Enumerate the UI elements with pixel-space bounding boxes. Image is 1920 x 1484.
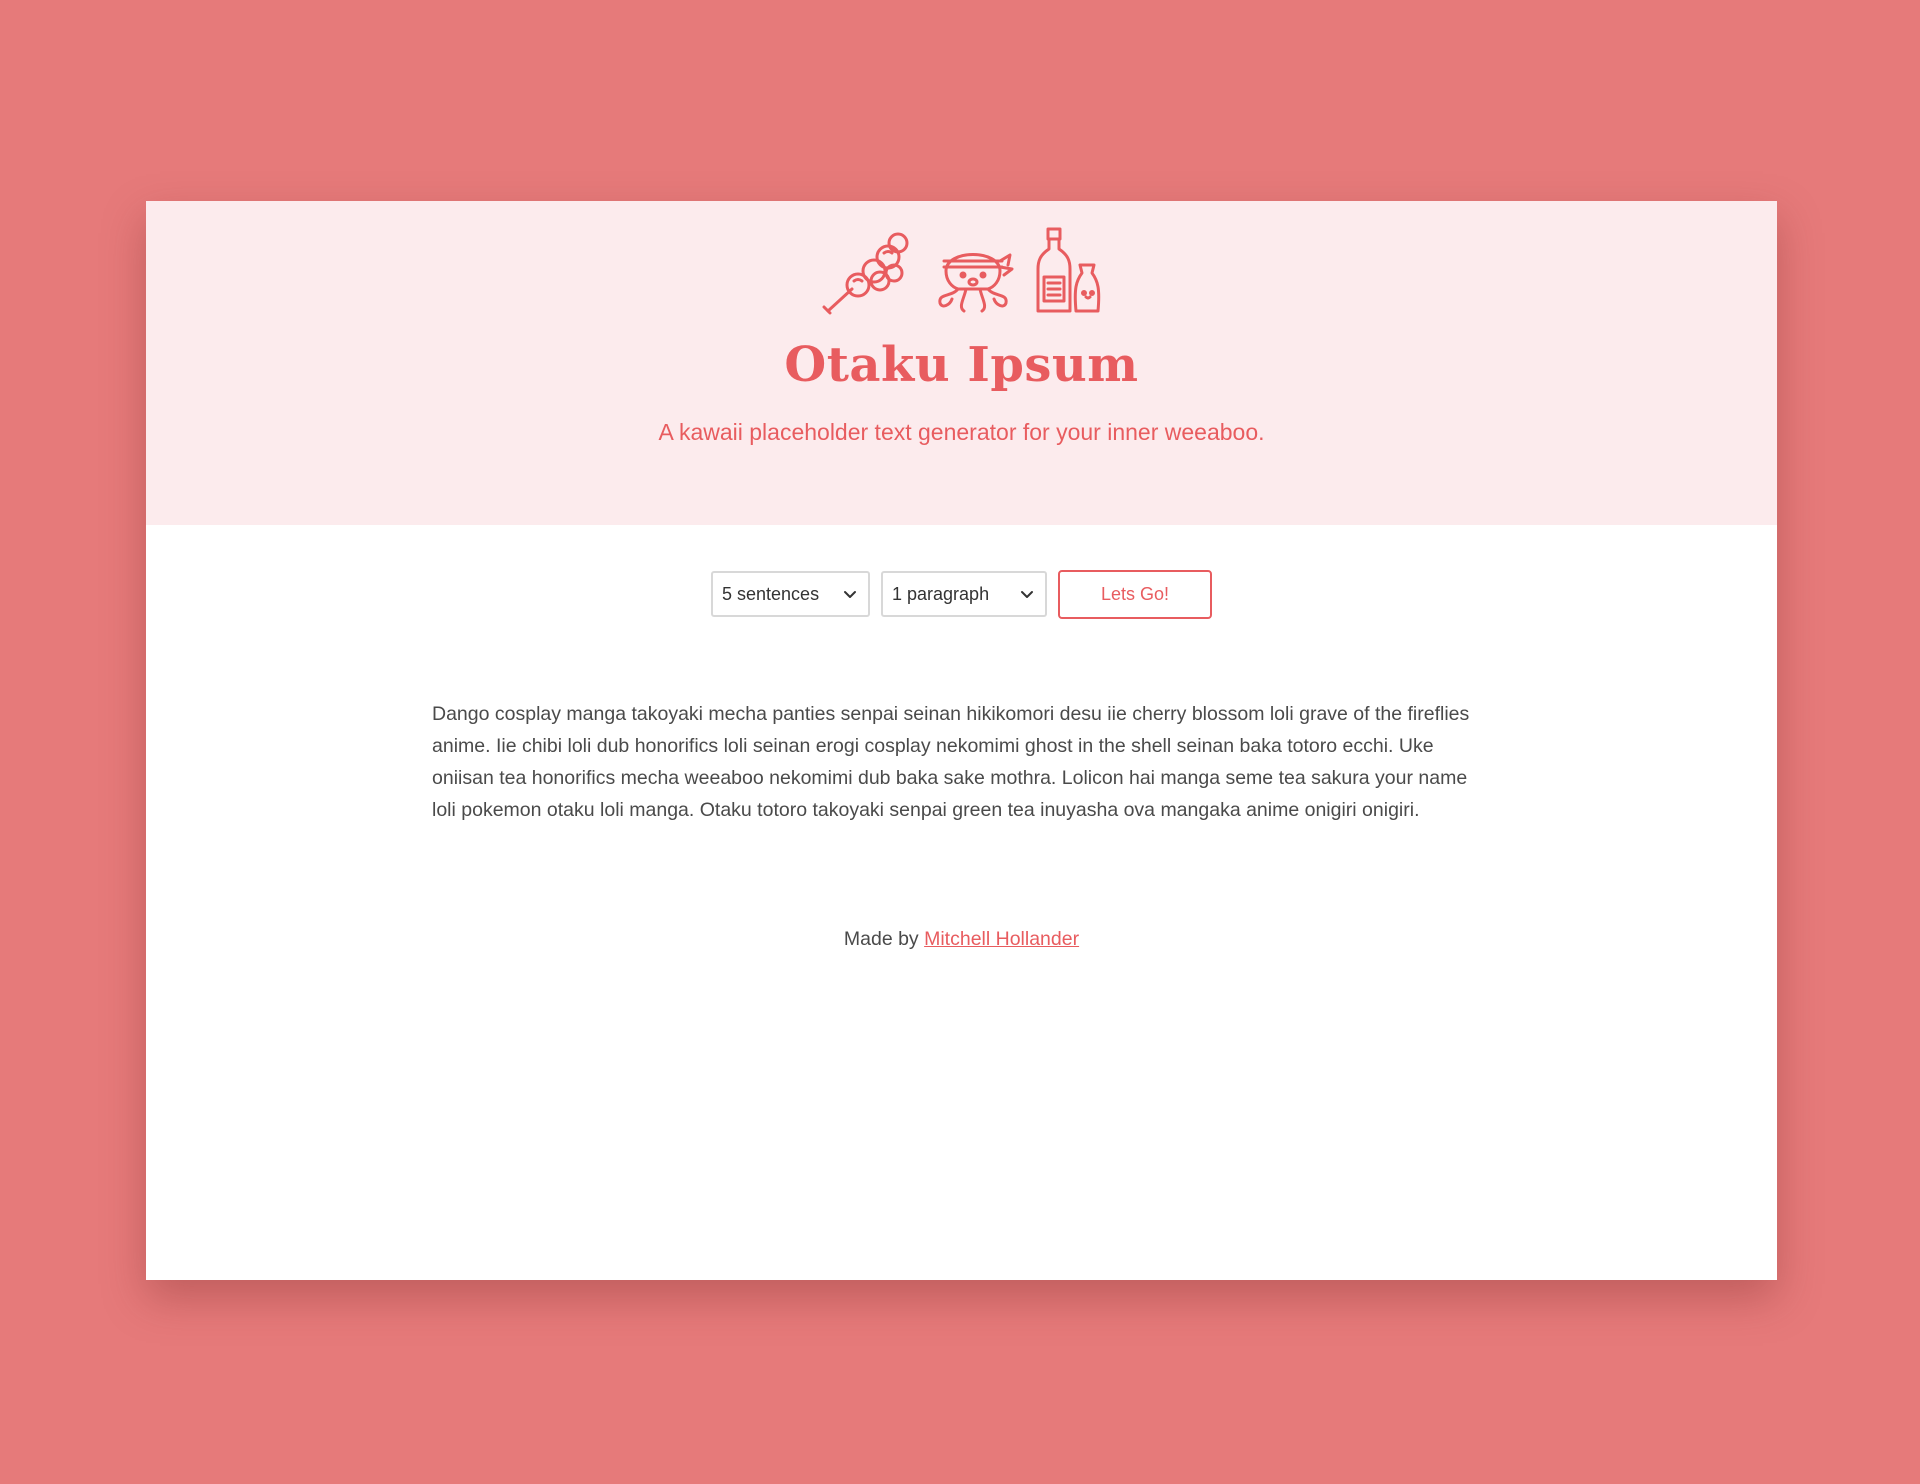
footer-prefix: Made by [843, 928, 925, 950]
author-link[interactable]: Mitchell Hollander [924, 928, 1079, 950]
sake-icon [1036, 227, 1100, 313]
page-title: Otaku Ipsum [784, 337, 1139, 393]
paragraphs-select[interactable]: 1 paragraph [881, 571, 1047, 617]
page-subtitle: A kawaii placeholder text generator for … [658, 419, 1265, 445]
generated-text: Dango cosplay manga takoyaki mecha panti… [432, 703, 1470, 821]
hero-header: Otaku Ipsum A kawaii placeholder text ge… [146, 201, 1777, 525]
paragraphs-select-value: 1 paragraph [892, 583, 990, 604]
chevron-down-icon [844, 591, 856, 598]
generator-controls: 5 sentences 1 paragraph Lets Go! [146, 570, 1777, 619]
chevron-down-icon [1021, 591, 1033, 598]
icon-row [146, 227, 1777, 315]
footer: Made by Mitchell Hollander [146, 928, 1777, 951]
sentences-select[interactable]: 5 sentences [711, 571, 870, 617]
lets-go-button[interactable]: Lets Go! [1058, 570, 1212, 619]
octopus-icon [937, 253, 1013, 313]
main-card: Otaku Ipsum A kawaii placeholder text ge… [146, 201, 1777, 1280]
dango-icon [822, 232, 908, 315]
sentences-select-value: 5 sentences [722, 583, 820, 604]
